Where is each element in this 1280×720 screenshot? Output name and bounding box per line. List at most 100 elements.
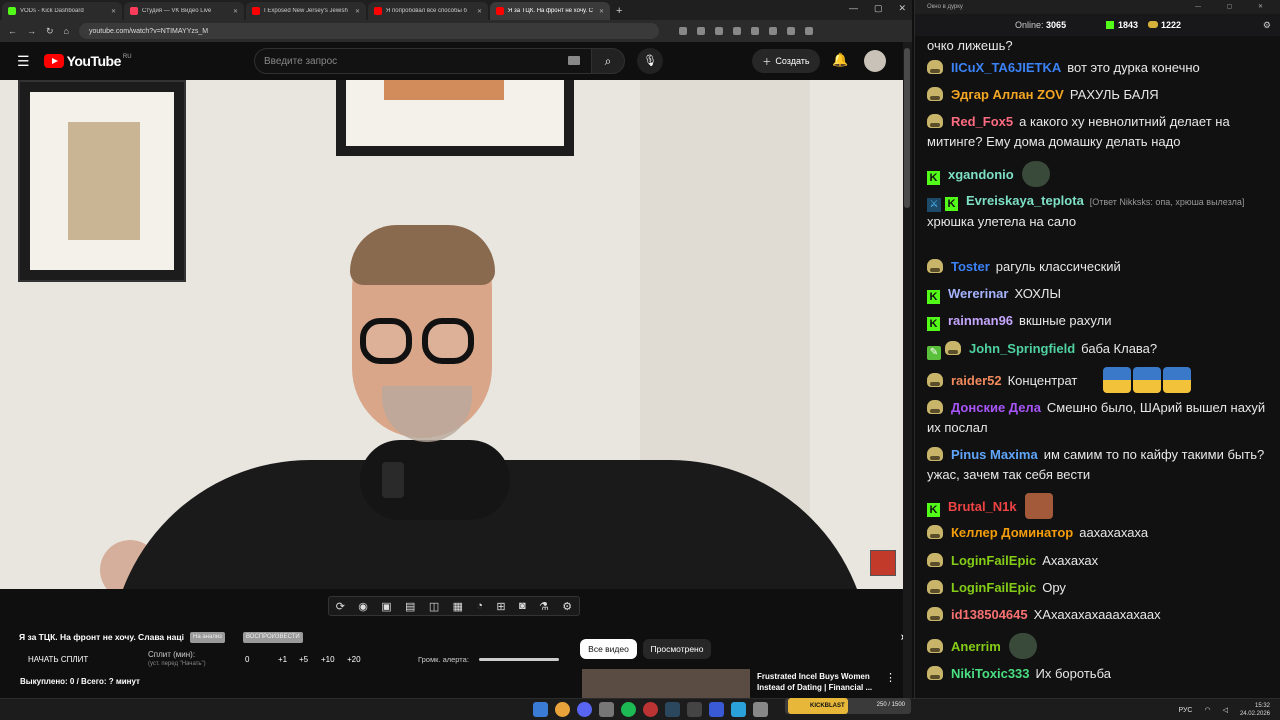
flask-icon[interactable]: ⚗: [539, 600, 549, 613]
filter-all-videos[interactable]: Все видео: [580, 639, 637, 659]
extension-icon[interactable]: [714, 27, 723, 35]
chrome-icon[interactable]: [555, 702, 570, 717]
play-chip[interactable]: ВОСПРОИЗВЕСТИ: [243, 632, 303, 643]
obs-icon[interactable]: [643, 702, 658, 717]
extension-icon[interactable]: [768, 27, 777, 35]
voice-search-button[interactable]: 🎙: [637, 48, 663, 74]
extension-icon[interactable]: [696, 27, 705, 35]
pip-icon[interactable]: ◫: [429, 600, 439, 613]
close-tab-icon[interactable]: ✕: [111, 8, 116, 15]
filter-watched[interactable]: Просмотрено: [643, 639, 711, 659]
volume-icon[interactable]: ◁: [1223, 706, 1228, 714]
clock[interactable]: 15:32 24.02.2026: [1240, 702, 1270, 718]
reload-icon[interactable]: ↻: [46, 26, 54, 37]
chat-username[interactable]: LoginFailEpic: [951, 580, 1036, 595]
chat-username[interactable]: Келлер Доминатор: [951, 525, 1073, 540]
film-icon[interactable]: ▤: [405, 600, 415, 613]
close-icon[interactable]: ✕: [898, 3, 906, 14]
camera-icon[interactable]: ◙: [519, 600, 526, 612]
avatar[interactable]: [864, 50, 886, 72]
chat-username[interactable]: LoginFailEpic: [951, 553, 1036, 568]
split-value-button[interactable]: +5: [299, 655, 308, 664]
url-field[interactable]: youtube.com/watch?v=NTIMAYYzs_M: [78, 23, 659, 39]
wifi-icon[interactable]: ◠: [1204, 706, 1210, 714]
alert-volume-slider[interactable]: [479, 658, 559, 661]
chat-username[interactable]: id138504645: [951, 607, 1028, 622]
recommended-title[interactable]: Frustrated Incel Buys Women Instead of D…: [757, 671, 877, 693]
chat-username[interactable]: Evreiskaya_teplota: [966, 193, 1084, 208]
youtube-logo[interactable]: YouTube RU: [43, 53, 132, 69]
extension-icon[interactable]: [750, 27, 759, 35]
extension-icon[interactable]: [804, 27, 813, 35]
maximize-icon[interactable]: ▢: [874, 3, 883, 14]
split-value-button[interactable]: +10: [321, 655, 335, 664]
loop-icon[interactable]: ⟳: [336, 600, 345, 613]
close-tab-icon[interactable]: ✕: [233, 8, 238, 15]
start-split-button[interactable]: НАЧАТЬ СПЛИТ: [28, 655, 88, 664]
lang-indicator[interactable]: РУС: [1178, 707, 1192, 714]
gear-icon[interactable]: ⚙: [1263, 20, 1271, 31]
chat-username[interactable]: Wererinar: [948, 286, 1008, 301]
home-icon[interactable]: ⌂: [64, 26, 69, 36]
browser-tab[interactable]: Я за ТЦК. На фронт не хочу. С ✕: [490, 2, 610, 20]
split-value-button[interactable]: 0: [245, 655, 249, 664]
window-controls[interactable]: — ▢ ✕: [1195, 0, 1275, 14]
close-tab-icon[interactable]: ✕: [477, 8, 482, 15]
more-options-icon[interactable]: ⋮: [885, 671, 896, 684]
telegram-icon[interactable]: [731, 702, 746, 717]
chat-username[interactable]: NikiToxic333: [951, 666, 1030, 681]
chat-username[interactable]: Anerrim: [951, 639, 1001, 654]
add-caption-icon[interactable]: ⊞: [496, 600, 505, 613]
search-button[interactable]: ⌕: [591, 48, 625, 74]
recommended-thumbnail[interactable]: [582, 669, 750, 698]
app-icon[interactable]: [753, 702, 768, 717]
scrollbar-thumb[interactable]: [904, 48, 910, 208]
back-icon[interactable]: ←: [8, 26, 17, 36]
app-icon[interactable]: [599, 702, 614, 717]
split-value-button[interactable]: +20: [347, 655, 361, 664]
steam-icon[interactable]: [665, 702, 680, 717]
app-icon[interactable]: [687, 702, 702, 717]
screen-icon[interactable]: ▣: [381, 600, 391, 613]
channel-watermark[interactable]: [870, 550, 896, 576]
gear-icon[interactable]: ⚙: [562, 600, 572, 613]
chat-username[interactable]: Red_Fox5: [951, 114, 1013, 129]
split-value-button[interactable]: +1: [278, 655, 287, 664]
reply-reference[interactable]: [Ответ Nikksks: опа, хрюша вылезла]: [1090, 197, 1245, 207]
minimize-icon[interactable]: —: [849, 3, 858, 14]
kick-overlay-widget[interactable]: KICKBLAST 250 / 1500: [785, 698, 911, 714]
chat-username[interactable]: raider52: [951, 373, 1002, 388]
close-tab-icon[interactable]: ✕: [355, 8, 360, 15]
video-player[interactable]: [0, 80, 903, 589]
browser-tab[interactable]: VODs - Kick Dashboard ✕: [2, 2, 122, 20]
chat-username[interactable]: Донские Дела: [951, 400, 1041, 415]
new-tab-icon[interactable]: +: [616, 2, 622, 20]
discord-icon[interactable]: [577, 702, 592, 717]
subtitles-icon[interactable]: ▦: [453, 600, 463, 613]
close-tab-icon[interactable]: ✕: [599, 8, 604, 15]
extension-icon[interactable]: [786, 27, 795, 35]
notifications-bell-icon[interactable]: 🔔: [832, 52, 848, 68]
chat-username[interactable]: xgandonio: [948, 167, 1014, 182]
app-icon[interactable]: [709, 702, 724, 717]
create-button[interactable]: ＋ Создать: [752, 49, 820, 73]
extension-icon[interactable]: [678, 27, 687, 35]
chat-username[interactable]: Эдгар Аллан ZOV: [951, 87, 1064, 102]
chat-username[interactable]: Pinus Maxima: [951, 447, 1038, 462]
broadcast-icon[interactable]: ◉: [358, 600, 368, 613]
chat-username[interactable]: Brutal_N1k: [948, 499, 1017, 514]
extension-icon[interactable]: [732, 27, 741, 35]
analysis-chip[interactable]: На анализ: [190, 632, 225, 643]
search-input[interactable]: Введите запрос: [254, 48, 592, 74]
chat-username[interactable]: Toster: [951, 259, 990, 274]
chat-username[interactable]: rainman96: [948, 313, 1013, 328]
chat-username[interactable]: IICuX_TA6JIETKA: [951, 60, 1061, 75]
hamburger-menu-icon[interactable]: ☰: [17, 53, 30, 70]
keyboard-icon[interactable]: [568, 56, 580, 65]
browser-tab[interactable]: Студия — VK Видео Live ✕: [124, 2, 244, 20]
spotify-icon[interactable]: [621, 702, 636, 717]
browser-tab[interactable]: I Exposed New Jersey's Jewish ✕: [246, 2, 366, 20]
browser-tab[interactable]: Я попробовал все способы б ✕: [368, 2, 488, 20]
chat-username[interactable]: John_Springfield: [969, 341, 1075, 356]
forward-icon[interactable]: →: [27, 26, 36, 36]
